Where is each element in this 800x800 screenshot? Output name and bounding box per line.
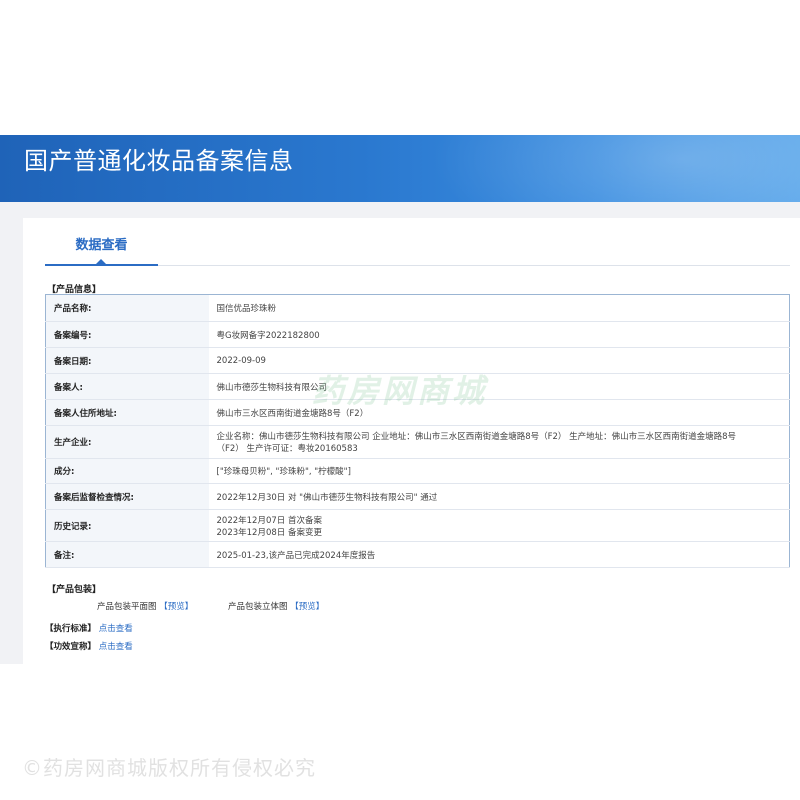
row-key: 产品名称:: [45, 294, 209, 322]
row-value-line: 2023年12月08日 备案变更: [216, 527, 322, 538]
copyright-watermark: ©药房网商城版权所有侵权必究: [22, 756, 316, 780]
packaging-stereo-item: 产品包装立体图 【预览】: [228, 600, 324, 612]
packaging-flat-item: 产品包装平面图 【预览】: [97, 600, 193, 612]
standard-label: 【执行标准】: [45, 624, 97, 634]
row-value: 2022-09-09: [208, 347, 790, 374]
row-key: 备案编号:: [45, 321, 209, 348]
table-row: 备案编号: 粤G妆网备字2022182800: [45, 321, 790, 348]
packaging-stereo-preview-link[interactable]: 【预览】: [290, 602, 324, 612]
packaging-flat-label: 产品包装平面图: [97, 602, 157, 612]
row-value: ["珍珠母贝粉", "珍珠粉", "柠檬酸"]: [208, 458, 790, 484]
packaging-flat-preview-link[interactable]: 【预览】: [159, 602, 193, 612]
row-key: 生产企业:: [45, 425, 209, 459]
table-row: 生产企业: 企业名称：佛山市德莎生物科技有限公司 企业地址：佛山市三水区西南街道…: [45, 425, 790, 459]
row-key: 备案后监督检查情况:: [45, 483, 209, 510]
table-row: 备案人: 佛山市德莎生物科技有限公司: [45, 373, 790, 400]
row-value: 企业名称：佛山市德莎生物科技有限公司 企业地址：佛山市三水区西南街道金塘路8号（…: [208, 425, 790, 459]
tab-bar: 数据查看: [45, 232, 790, 266]
row-value: 佛山市德莎生物科技有限公司: [208, 373, 790, 400]
row-value: 佛山市三水区西南街道金塘路8号（F2）: [208, 399, 790, 426]
efficacy-row: 【功效宣称】 点击查看: [45, 640, 133, 652]
tab-active-caret-icon: [96, 259, 106, 264]
table-row: 产品名称: 国信优品珍珠粉: [45, 294, 790, 322]
table-row: 历史记录: 2022年12月07日 首次备案 2023年12月08日 备案变更: [45, 509, 790, 542]
efficacy-view-link[interactable]: 点击查看: [99, 642, 133, 652]
table-row: 备案人住所地址: 佛山市三水区西南街道金塘路8号（F2）: [45, 399, 790, 426]
row-key: 历史记录:: [45, 509, 209, 542]
row-value-line: （F2） 生产许可证：粤妆20160583: [216, 444, 358, 454]
row-value-line: 2022年12月07日 首次备案: [216, 515, 322, 526]
table-row: 备案后监督检查情况: 2022年12月30日 对 "佛山市德莎生物科技有限公司"…: [45, 483, 790, 510]
row-key: 备案人住所地址:: [45, 399, 209, 426]
row-key: 成分:: [45, 458, 209, 484]
row-value: 2022年12月07日 首次备案 2023年12月08日 备案变更: [208, 509, 790, 542]
row-key: 备案日期:: [45, 347, 209, 374]
row-value: 国信优品珍珠粉: [208, 294, 790, 322]
packaging-stereo-label: 产品包装立体图: [228, 602, 288, 612]
row-value: 粤G妆网备字2022182800: [208, 321, 790, 348]
standard-row: 【执行标准】 点击查看: [45, 622, 133, 634]
table-row: 备案日期: 2022-09-09: [45, 347, 790, 374]
page-banner: 国产普通化妆品备案信息: [0, 135, 800, 202]
row-key: 备案人:: [45, 373, 209, 400]
efficacy-label: 【功效宣称】: [45, 642, 97, 652]
standard-view-link[interactable]: 点击查看: [99, 624, 133, 634]
packaging-section-label: 【产品包装】: [47, 585, 102, 595]
page-title: 国产普通化妆品备案信息: [24, 147, 294, 175]
table-row: 备注: 2025-01-23,该产品已完成2024年度报告: [45, 541, 790, 568]
row-value: 2022年12月30日 对 "佛山市德莎生物科技有限公司" 通过: [208, 483, 790, 510]
product-info-table: 产品名称: 国信优品珍珠粉 备案编号: 粤G妆网备字2022182800 备案日…: [45, 294, 790, 568]
row-value-line: 企业名称：佛山市德莎生物科技有限公司 企业地址：佛山市三水区西南街道金塘路8号（…: [216, 432, 737, 442]
row-key: 备注:: [45, 541, 209, 568]
row-value: 2025-01-23,该产品已完成2024年度报告: [208, 541, 790, 568]
table-row: 成分: ["珍珠母贝粉", "珍珠粉", "柠檬酸"]: [45, 458, 790, 484]
